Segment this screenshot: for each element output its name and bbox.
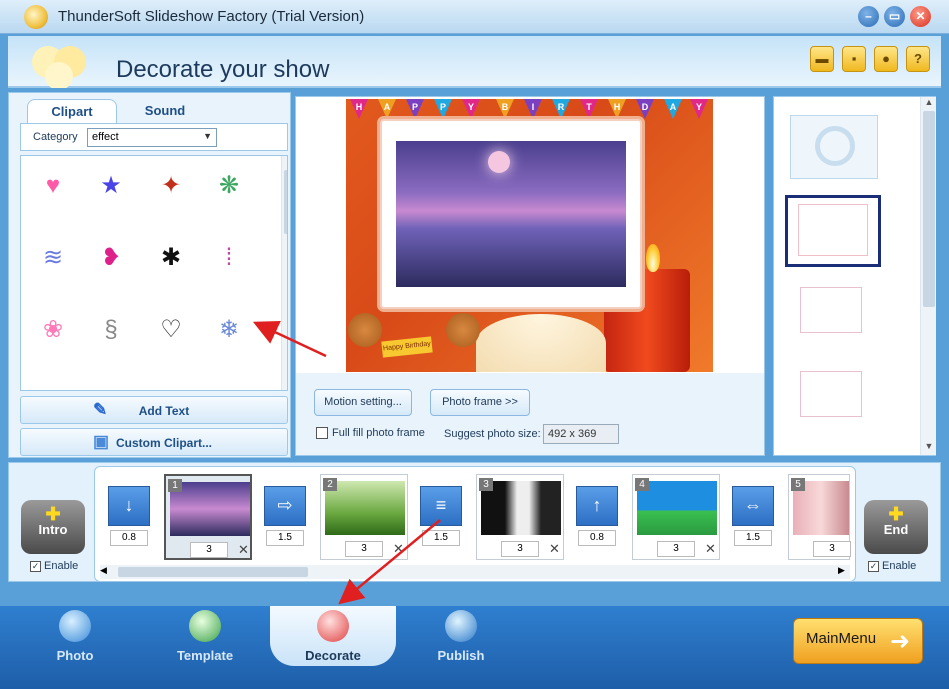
annotation-arrows	[252, 321, 441, 605]
